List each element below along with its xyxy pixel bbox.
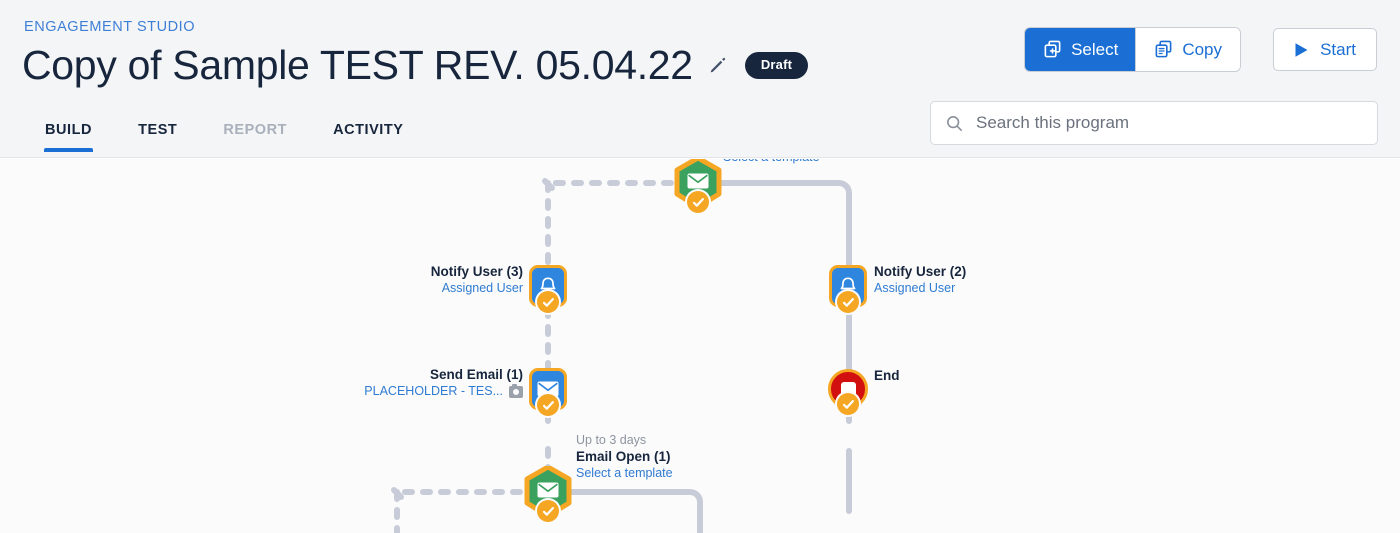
status-check-icon bbox=[687, 191, 709, 213]
email-open-hexagon[interactable] bbox=[523, 466, 573, 522]
node-notify-user-3-labels: Notify User (3) Assigned User bbox=[258, 264, 523, 297]
title-row: Copy of Sample TEST REV. 05.04.22 Draft bbox=[22, 40, 809, 90]
node-notify-user-3-title: Notify User (3) bbox=[430, 264, 523, 279]
node-email-open-top-subtitle[interactable]: Select a template bbox=[723, 159, 820, 166]
copy-button[interactable]: Copy bbox=[1136, 28, 1240, 71]
status-check-icon bbox=[537, 394, 559, 416]
preview-camera-icon[interactable] bbox=[509, 383, 523, 398]
page-title: Copy of Sample TEST REV. 05.04.22 bbox=[22, 42, 693, 88]
node-email-open-1-title: Email Open (1) bbox=[576, 448, 671, 464]
breadcrumb-engagement-studio[interactable]: ENGAGEMENT STUDIO bbox=[24, 19, 195, 35]
email-open-hexagon[interactable] bbox=[673, 159, 723, 213]
node-notify-user-2-subtitle[interactable]: Assigned User bbox=[874, 281, 966, 297]
copy-button-label: Copy bbox=[1182, 39, 1222, 59]
status-check-icon bbox=[537, 291, 559, 313]
search-input[interactable] bbox=[976, 113, 1363, 133]
select-copy-button-group: Select Copy bbox=[1025, 28, 1240, 71]
tab-report: REPORT bbox=[223, 122, 288, 138]
pencil-icon[interactable] bbox=[707, 54, 729, 76]
node-end-labels: End bbox=[874, 368, 900, 385]
node-notify-user-2[interactable] bbox=[829, 265, 867, 313]
node-email-open-top-labels: Select a template bbox=[723, 159, 820, 166]
start-button[interactable]: Start bbox=[1273, 28, 1377, 71]
node-send-email-1[interactable] bbox=[529, 368, 567, 416]
engagement-studio-page: ENGAGEMENT STUDIO Copy of Sample TEST RE… bbox=[0, 0, 1400, 533]
status-check-icon bbox=[837, 291, 859, 313]
node-send-email-1-subtitle[interactable]: PLACEHOLDER - TES... bbox=[364, 384, 503, 400]
node-send-email-1-title: Send Email (1) bbox=[429, 367, 523, 382]
node-email-open-top[interactable] bbox=[673, 159, 723, 213]
status-badge: Draft bbox=[744, 51, 809, 79]
node-end[interactable] bbox=[828, 369, 868, 415]
play-icon bbox=[1294, 42, 1309, 58]
search-icon bbox=[945, 114, 964, 133]
notify-user-tile[interactable] bbox=[829, 265, 867, 313]
status-check-icon bbox=[837, 393, 859, 415]
notify-user-tile[interactable] bbox=[529, 265, 567, 313]
select-add-icon bbox=[1043, 40, 1062, 59]
node-notify-user-2-title: Notify User (2) bbox=[874, 264, 967, 279]
node-email-open-1[interactable] bbox=[523, 466, 573, 522]
node-email-open-1-labels: Up to 3 days Email Open (1) Select a tem… bbox=[576, 433, 673, 481]
select-button[interactable]: Select bbox=[1025, 28, 1137, 71]
node-notify-user-2-labels: Notify User (2) Assigned User bbox=[874, 264, 966, 297]
search-box[interactable] bbox=[930, 101, 1378, 145]
node-send-email-1-labels: Send Email (1) PLACEHOLDER - TES... bbox=[258, 367, 523, 400]
start-button-label: Start bbox=[1320, 39, 1356, 59]
node-send-email-1-subtitle-row: PLACEHOLDER - TES... bbox=[258, 383, 523, 400]
node-email-open-1-subtitle[interactable]: Select a template bbox=[576, 466, 673, 482]
end-circle[interactable] bbox=[828, 369, 868, 415]
node-email-open-1-pretitle: Up to 3 days bbox=[576, 433, 647, 447]
send-email-tile[interactable] bbox=[529, 368, 567, 416]
tab-test[interactable]: TEST bbox=[115, 122, 200, 152]
copy-icon bbox=[1154, 40, 1173, 59]
envelope-icon bbox=[537, 482, 559, 498]
node-notify-user-3[interactable] bbox=[529, 265, 567, 313]
tab-build[interactable]: BUILD bbox=[22, 122, 115, 152]
status-check-icon bbox=[537, 500, 559, 522]
node-end-title: End bbox=[874, 368, 900, 383]
tab-bar: BUILD TEST REPORT ACTIVITY bbox=[22, 122, 427, 152]
connector-lines bbox=[391, 178, 852, 533]
page-header: ENGAGEMENT STUDIO Copy of Sample TEST RE… bbox=[0, 0, 1400, 158]
tab-activity[interactable]: ACTIVITY bbox=[310, 122, 426, 152]
node-notify-user-3-subtitle[interactable]: Assigned User bbox=[258, 281, 523, 297]
select-button-label: Select bbox=[1071, 39, 1119, 59]
program-canvas[interactable]: Select a template Notify User (3) bbox=[0, 159, 1400, 533]
envelope-icon bbox=[687, 173, 709, 189]
